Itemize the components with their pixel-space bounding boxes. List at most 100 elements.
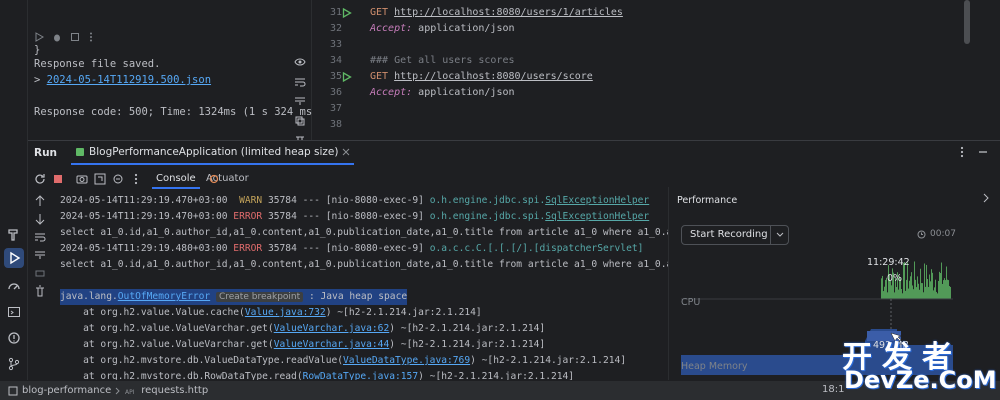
- run-tool-icon[interactable]: [4, 248, 24, 268]
- spring-app-icon: [75, 147, 85, 157]
- more-vertical-icon[interactable]: [88, 32, 94, 42]
- cpu-usage-bar: [940, 273, 941, 299]
- cpu-usage-bar: [887, 292, 888, 299]
- cpu-usage-bar: [921, 283, 922, 299]
- run-header-actions: [960, 146, 988, 158]
- editor-line: 31 GET http://localhost:8080/users/1/art…: [329, 7, 623, 18]
- cpu-usage-bar: [905, 290, 906, 299]
- more-vertical-icon[interactable]: [960, 146, 964, 158]
- cpu-usage-bar: [923, 292, 924, 299]
- run-request-gutter-icon[interactable]: [342, 72, 352, 82]
- log-line: select a1_0.id,a1_0.author_id,a1_0.conte…: [60, 259, 668, 270]
- stack-frame-link[interactable]: Value.java:732: [245, 307, 326, 318]
- chevron-right-icon: [115, 387, 121, 395]
- stop-icon[interactable]: [70, 32, 80, 42]
- soft-wrap-icon[interactable]: [290, 74, 310, 89]
- close-icon[interactable]: [342, 148, 350, 156]
- cpu-value-label: 0%: [887, 273, 903, 284]
- cpu-usage-bar: [925, 286, 926, 299]
- tab-console[interactable]: Console: [152, 169, 200, 189]
- trash-icon[interactable]: [32, 283, 48, 299]
- editor-line: 33: [329, 39, 342, 50]
- cpu-usage-bar: [914, 261, 915, 299]
- cpu-usage-bar: [934, 287, 935, 299]
- attach-debugger-icon[interactable]: [110, 171, 126, 187]
- cpu-usage-bar: [928, 286, 929, 299]
- editor-line: 37: [329, 103, 342, 114]
- cpu-usage-bar: [910, 276, 911, 299]
- cpu-usage-bar: [946, 266, 947, 299]
- run-config-tab[interactable]: BlogPerformanceApplication (limited heap…: [71, 141, 355, 165]
- cpu-usage-bar: [937, 293, 938, 299]
- cpu-label: CPU: [681, 297, 701, 308]
- scroll-to-end-icon[interactable]: [32, 247, 48, 263]
- editor-scrollbar[interactable]: [964, 0, 970, 44]
- run-header: Run BlogPerformanceApplication (limited …: [28, 141, 1000, 165]
- cpu-usage-bar: [896, 287, 897, 299]
- cpu-usage-bar: [913, 289, 914, 299]
- cpu-usage-bar: [920, 268, 921, 299]
- svg-text:API: API: [125, 389, 135, 395]
- watermark-en: DevZe.CoM: [844, 366, 997, 394]
- exception-line: java.lang.OutOfMemoryError Create breakp…: [60, 289, 408, 305]
- chevron-right-icon[interactable]: [982, 193, 990, 203]
- restore-layout-icon[interactable]: [92, 171, 108, 187]
- eye-icon[interactable]: [290, 55, 310, 70]
- debug-bug-icon[interactable]: [52, 32, 62, 42]
- cpu-usage-bar: [911, 272, 912, 299]
- cpu-usage-bar: [947, 279, 948, 299]
- breadcrumb-project[interactable]: blog-performance: [22, 385, 111, 396]
- editor-line: 38: [329, 119, 342, 130]
- stack-frame: at org.h2.value.Value.cache(Value.java:7…: [60, 307, 482, 318]
- stack-frame-link[interactable]: ValueVarchar.java:62: [274, 323, 390, 334]
- stop-icon[interactable]: [50, 171, 66, 187]
- http-editor[interactable]: 31 GET http://localhost:8080/users/1/art…: [312, 0, 1000, 140]
- console-output[interactable]: 2024-05-14T11:29:19.470+03:00 WARN 35784…: [60, 191, 668, 381]
- run-toolbar: Console Actuator: [28, 169, 668, 189]
- cpu-usage-bar: [944, 278, 945, 299]
- problems-icon[interactable]: [4, 328, 24, 348]
- copy-icon[interactable]: [290, 113, 310, 128]
- response-file-link[interactable]: 2024-05-14T112919.500.json: [47, 74, 211, 86]
- exception-class-link[interactable]: OutOfMemoryError: [118, 291, 210, 302]
- cpu-usage-bar: [916, 287, 917, 299]
- response-code-text: Response code: 500; Time: 1324ms (1 s 32…: [34, 106, 319, 118]
- start-recording-button[interactable]: Start Recording: [681, 225, 789, 245]
- cpu-usage-bar: [894, 292, 895, 299]
- soft-wrap-icon[interactable]: [32, 229, 48, 245]
- http-file-icon: API: [125, 387, 137, 395]
- breadcrumb-file[interactable]: requests.http: [141, 385, 208, 396]
- scroll-to-end-icon[interactable]: [290, 94, 310, 109]
- request-url[interactable]: http://localhost:8080/users/1/articles: [394, 7, 623, 18]
- response-brace: }: [34, 44, 41, 56]
- cpu-usage-bar: [950, 286, 951, 299]
- request-url[interactable]: http://localhost:8080/users/score: [394, 71, 593, 82]
- create-breakpoint-button[interactable]: Create breakpoint: [215, 292, 304, 302]
- tab-actuator[interactable]: Actuator: [206, 169, 249, 189]
- stack-frame-link[interactable]: ValueDataType.java:769: [343, 355, 470, 366]
- cpu-usage-bar: [933, 290, 934, 299]
- stack-frame-link[interactable]: ValueVarchar.java:44: [274, 339, 390, 350]
- profiler-gauge-icon[interactable]: [4, 276, 24, 296]
- arrow-down-icon[interactable]: [32, 211, 48, 227]
- run-title: Run: [34, 147, 58, 159]
- terminal-icon[interactable]: [4, 302, 24, 322]
- response-saved-text: Response file saved.: [34, 58, 161, 70]
- arrow-up-icon[interactable]: [32, 193, 48, 209]
- cpu-usage-bar: [943, 280, 944, 299]
- cpu-usage-bar: [938, 280, 939, 299]
- minimize-icon[interactable]: [978, 146, 988, 158]
- run-icon[interactable]: [34, 32, 44, 42]
- more-vertical-icon[interactable]: [128, 171, 144, 187]
- rerun-icon[interactable]: [32, 171, 48, 187]
- chevron-down-icon[interactable]: [770, 226, 788, 244]
- cpu-usage-bar: [884, 286, 885, 299]
- camera-icon[interactable]: [74, 171, 90, 187]
- print-icon[interactable]: [32, 265, 48, 281]
- build-hammer-icon[interactable]: [4, 224, 24, 244]
- cpu-usage-bar: [935, 279, 936, 299]
- cpu-usage-bar: [908, 288, 909, 299]
- cpu-usage-bar: [917, 276, 918, 299]
- git-branch-icon[interactable]: [4, 354, 24, 374]
- run-request-gutter-icon[interactable]: [342, 8, 352, 18]
